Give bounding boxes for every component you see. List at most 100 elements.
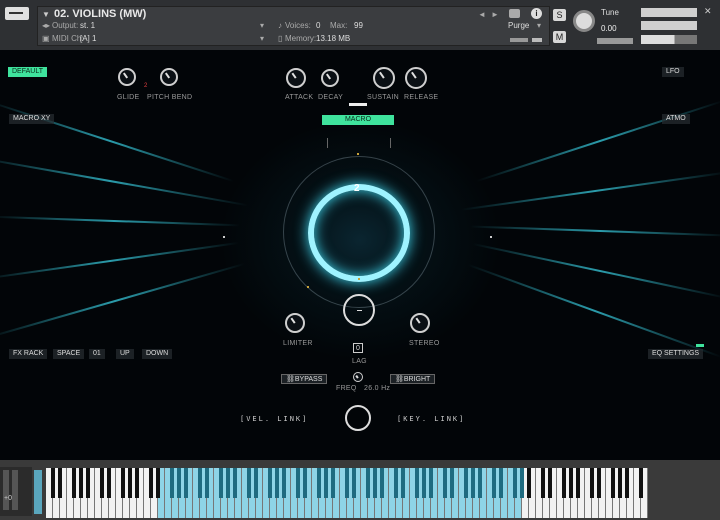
black-key[interactable]: [247, 468, 251, 498]
black-key[interactable]: [79, 468, 83, 498]
midi-dropdown-icon[interactable]: ▾: [260, 34, 264, 43]
key-link-button[interactable]: [KEY. LINK]: [397, 415, 465, 423]
black-key[interactable]: [499, 468, 503, 498]
black-key[interactable]: [429, 468, 433, 498]
purge-button[interactable]: Purge: [508, 21, 529, 30]
black-key[interactable]: [464, 468, 468, 498]
pitch-bend-value[interactable]: 2: [144, 83, 147, 89]
sustain-knob[interactable]: [373, 67, 395, 89]
black-key[interactable]: [100, 468, 104, 498]
purge-dropdown-icon[interactable]: ▾: [537, 21, 541, 30]
black-key[interactable]: [541, 468, 545, 498]
black-key[interactable]: [520, 468, 524, 498]
black-key[interactable]: [296, 468, 300, 498]
black-key[interactable]: [478, 468, 482, 498]
black-key[interactable]: [268, 468, 272, 498]
mute-button[interactable]: M: [553, 31, 566, 43]
black-key[interactable]: [254, 468, 258, 498]
tune-value[interactable]: 0.00: [601, 24, 617, 33]
limiter-knob[interactable]: [285, 313, 305, 333]
black-key[interactable]: [618, 468, 622, 498]
solo-button[interactable]: S: [553, 9, 566, 21]
black-key[interactable]: [156, 468, 160, 498]
volume-slider[interactable]: [641, 35, 697, 44]
glide-knob[interactable]: [118, 68, 136, 86]
black-key[interactable]: [576, 468, 580, 498]
black-key[interactable]: [331, 468, 335, 498]
instrument-title[interactable]: 02. VIOLINS (MW): [54, 8, 146, 20]
output-value[interactable]: st. 1: [80, 21, 95, 30]
lfo-button[interactable]: LFO: [662, 67, 684, 77]
link-knob[interactable]: [345, 405, 371, 431]
atmo-button[interactable]: ATMO: [662, 114, 690, 124]
black-key[interactable]: [86, 468, 90, 498]
macro-ring-glow[interactable]: [308, 184, 410, 282]
macro-main-knob[interactable]: [343, 294, 375, 326]
black-key[interactable]: [443, 468, 447, 498]
black-key[interactable]: [471, 468, 475, 498]
black-key[interactable]: [352, 468, 356, 498]
attack-knob[interactable]: [286, 68, 306, 88]
black-key[interactable]: [303, 468, 307, 498]
black-key[interactable]: [415, 468, 419, 498]
black-key[interactable]: [282, 468, 286, 498]
pan-slider[interactable]: [597, 38, 633, 44]
black-key[interactable]: [527, 468, 531, 498]
black-key[interactable]: [198, 468, 202, 498]
space-value[interactable]: 01: [89, 349, 105, 359]
black-key[interactable]: [219, 468, 223, 498]
mod-wheel[interactable]: [12, 470, 18, 510]
black-key[interactable]: [107, 468, 111, 498]
info-icon[interactable]: i: [531, 8, 542, 19]
macro-button[interactable]: MACRO: [322, 115, 394, 125]
black-key[interactable]: [366, 468, 370, 498]
black-key[interactable]: [639, 468, 643, 498]
black-key[interactable]: [58, 468, 62, 498]
black-key[interactable]: [170, 468, 174, 498]
release-knob[interactable]: [405, 67, 427, 89]
black-key[interactable]: [492, 468, 496, 498]
next-instrument-icon[interactable]: ►: [491, 10, 499, 19]
black-key[interactable]: [562, 468, 566, 498]
black-key[interactable]: [450, 468, 454, 498]
freq-knob[interactable]: [353, 372, 363, 382]
dropdown-arrow-icon[interactable]: ▼: [42, 10, 50, 19]
black-key[interactable]: [317, 468, 321, 498]
max-value[interactable]: 99: [354, 21, 363, 30]
black-key[interactable]: [611, 468, 615, 498]
pitch-wheel[interactable]: [3, 470, 9, 510]
black-key[interactable]: [373, 468, 377, 498]
bright-button[interactable]: ⛓BRIGHT: [390, 374, 436, 384]
black-key[interactable]: [422, 468, 426, 498]
black-key[interactable]: [128, 468, 132, 498]
black-key[interactable]: [72, 468, 76, 498]
macro-xy-button[interactable]: MACRO XY: [9, 114, 55, 124]
black-key[interactable]: [345, 468, 349, 498]
black-key[interactable]: [233, 468, 237, 498]
black-key[interactable]: [548, 468, 552, 498]
pitch-bend-knob[interactable]: [160, 68, 178, 86]
black-key[interactable]: [569, 468, 573, 498]
stereo-knob[interactable]: [410, 313, 430, 333]
default-button[interactable]: DEFAULT: [8, 67, 47, 77]
octave-label[interactable]: +0: [4, 495, 12, 502]
midi-channel-value[interactable]: [A] 1: [80, 34, 96, 43]
black-key[interactable]: [121, 468, 125, 498]
black-key[interactable]: [51, 468, 55, 498]
prev-instrument-icon[interactable]: ◄: [478, 10, 486, 19]
black-key[interactable]: [590, 468, 594, 498]
black-key[interactable]: [597, 468, 601, 498]
black-key[interactable]: [177, 468, 181, 498]
black-key[interactable]: [226, 468, 230, 498]
up-button[interactable]: UP: [116, 349, 134, 359]
lag-value[interactable]: 0: [353, 343, 363, 353]
bypass-button[interactable]: ⛓BYPASS: [281, 374, 328, 384]
close-icon[interactable]: ✕: [704, 6, 712, 17]
piano-keyboard[interactable]: [46, 468, 654, 518]
camera-icon[interactable]: [509, 9, 520, 18]
vel-link-button[interactable]: [VEL. LINK]: [240, 415, 308, 423]
black-key[interactable]: [394, 468, 398, 498]
kontakt-logo-icon[interactable]: [5, 7, 29, 20]
black-key[interactable]: [184, 468, 188, 498]
down-button[interactable]: DOWN: [142, 349, 173, 359]
